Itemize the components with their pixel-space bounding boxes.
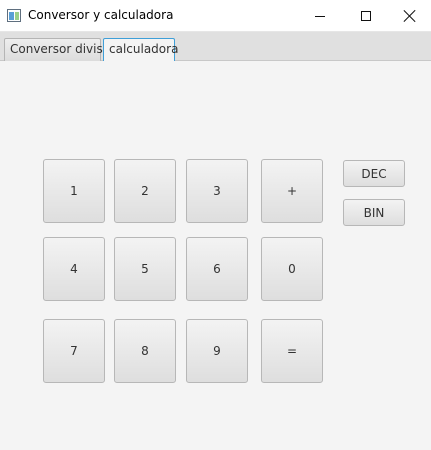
equals-button[interactable]: = bbox=[261, 319, 323, 383]
key-0-button[interactable]: 0 bbox=[261, 237, 323, 301]
minimize-button[interactable] bbox=[297, 0, 343, 32]
title-bar: Conversor y calculadora bbox=[0, 0, 431, 32]
window-title: Conversor y calculadora bbox=[28, 8, 174, 22]
key-9-button[interactable]: 9 bbox=[186, 319, 248, 383]
key-6-button[interactable]: 6 bbox=[186, 237, 248, 301]
tab-bar: Conversor divisa calculadora bbox=[0, 32, 431, 61]
bin-button[interactable]: BIN bbox=[343, 199, 405, 226]
maximize-icon bbox=[361, 11, 371, 21]
key-5-button[interactable]: 5 bbox=[114, 237, 176, 301]
key-4-button[interactable]: 4 bbox=[43, 237, 105, 301]
minimize-icon bbox=[315, 15, 325, 17]
app-icon bbox=[7, 9, 21, 22]
dec-button[interactable]: DEC bbox=[343, 160, 405, 187]
key-1-button[interactable]: 1 bbox=[43, 159, 105, 223]
plus-button[interactable]: + bbox=[261, 159, 323, 223]
calculator-panel: 1 2 3 + 4 5 6 0 7 8 9 = DEC BIN bbox=[0, 61, 431, 450]
close-button[interactable] bbox=[389, 0, 431, 32]
tab-calculadora[interactable]: calculadora bbox=[103, 38, 178, 61]
key-2-button[interactable]: 2 bbox=[114, 159, 176, 223]
key-8-button[interactable]: 8 bbox=[114, 319, 176, 383]
maximize-button[interactable] bbox=[343, 0, 389, 32]
app-window: Conversor y calculadora Conversor divisa… bbox=[0, 0, 431, 450]
tab-conversor-divisa[interactable]: Conversor divisa bbox=[4, 38, 110, 61]
close-icon bbox=[404, 10, 416, 22]
key-7-button[interactable]: 7 bbox=[43, 319, 105, 383]
key-3-button[interactable]: 3 bbox=[186, 159, 248, 223]
